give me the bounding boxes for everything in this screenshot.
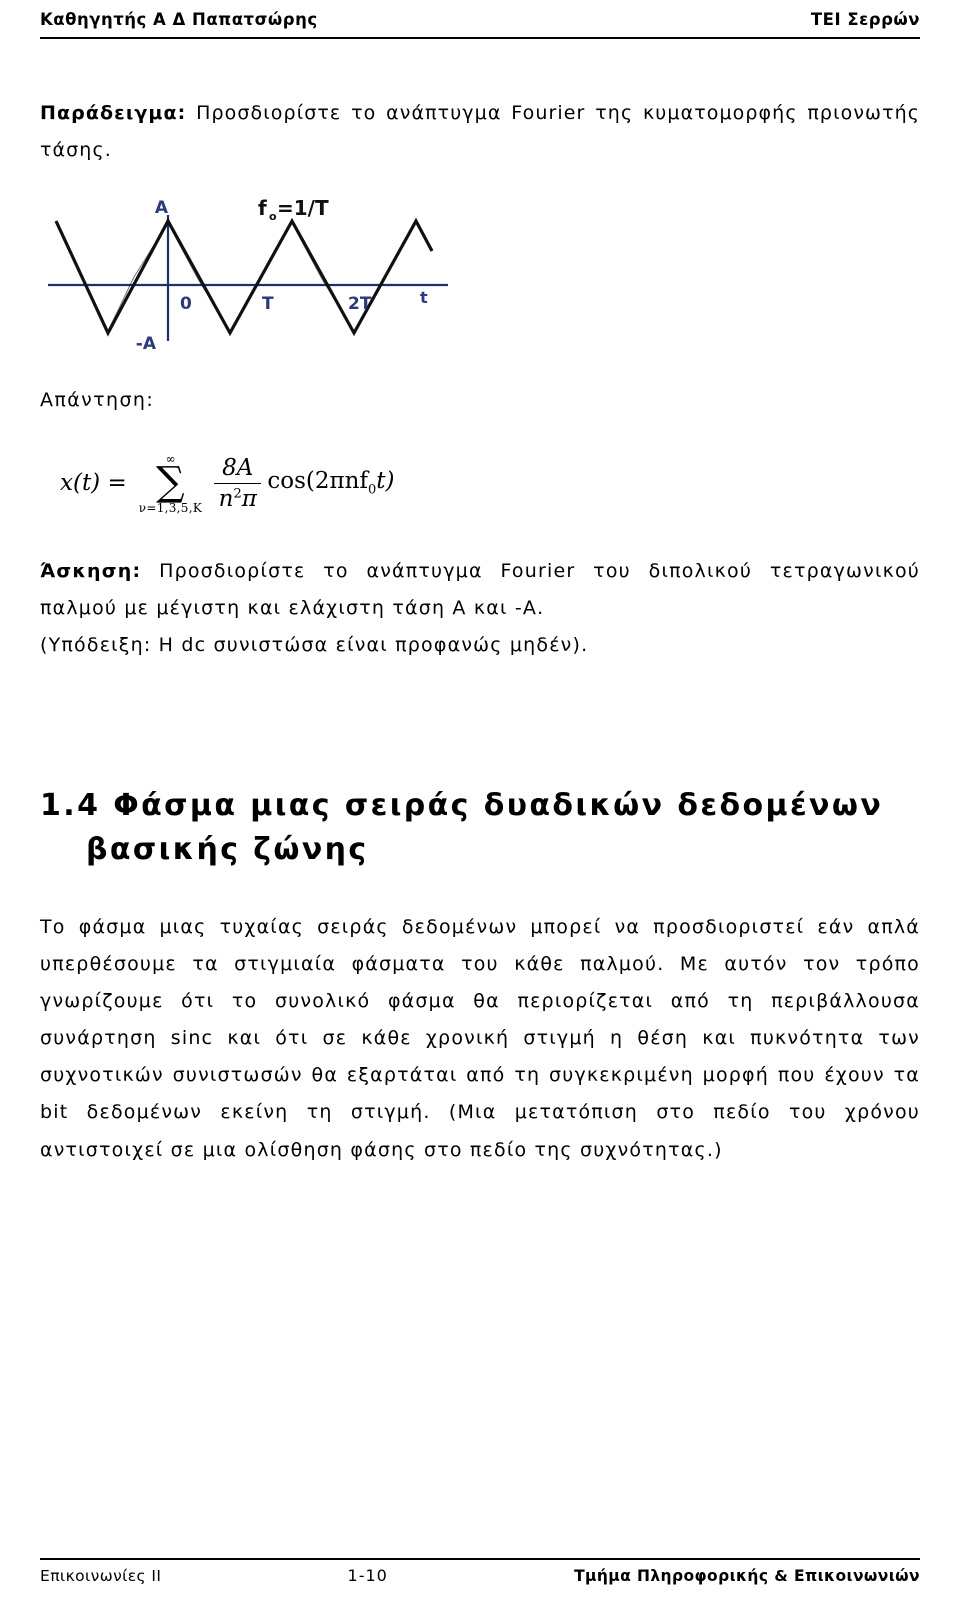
footer-course: Επικοινωνίες ΙΙ bbox=[40, 1567, 162, 1585]
cosine-subscript: 0 bbox=[367, 482, 377, 498]
svg-text:o: o bbox=[269, 210, 277, 223]
sawtooth-waveform-figure: A -A 0 T 2T t f o =1/T bbox=[48, 193, 468, 363]
example-label: Παράδειγμα: bbox=[40, 102, 187, 124]
page-footer: Επικοινωνίες ΙΙ 1-10 Τμήμα Πληροφορικής … bbox=[40, 1558, 920, 1585]
svg-text:f: f bbox=[258, 196, 267, 220]
figure-label-T: T bbox=[262, 294, 274, 314]
footer-department: Τμήμα Πληροφορικής & Επικοινωνιών bbox=[574, 1567, 920, 1585]
header-institution: ΤΕΙ Σερρών bbox=[810, 10, 920, 29]
denominator-exponent: 2 bbox=[233, 485, 242, 501]
example-paragraph: Παράδειγμα: Προσδιορίστε το ανάπτυγμα Fo… bbox=[40, 95, 920, 169]
figure-label-2T: 2T bbox=[348, 294, 372, 314]
fraction-denominator: n2π bbox=[218, 485, 257, 512]
figure-label-frequency: f o =1/T bbox=[258, 196, 329, 223]
figure-label-t: t bbox=[420, 288, 428, 307]
exercise-hint: (Υπόδειξη: Η dc συνιστώσα είναι προφανώς… bbox=[40, 634, 589, 657]
answer-label: Απάντηση: bbox=[40, 389, 155, 412]
figure-label-minus-A: -A bbox=[136, 334, 157, 354]
header-author: Καθηγητής Α Δ Παπατσώρης bbox=[40, 10, 318, 29]
svg-text:=1/T: =1/T bbox=[277, 196, 329, 220]
fraction-numerator: 8A bbox=[214, 455, 262, 484]
formula-cosine: cos(2πnf0t) bbox=[267, 468, 395, 498]
formula-fraction: 8A n2π bbox=[214, 455, 262, 512]
document-page: Καθηγητής Α Δ Παπατσώρης ΤΕΙ Σερρών Παρά… bbox=[0, 0, 960, 1603]
footer-divider bbox=[40, 1558, 920, 1560]
page-header: Καθηγητής Α Δ Παπατσώρης ΤΕΙ Σερρών bbox=[40, 0, 920, 29]
summation-symbol: ∞ ∑ ν=1,3,5,Κ bbox=[139, 453, 202, 514]
section-body-paragraph: Το φάσμα μιας τυχαίας σειράς δεδομένων μ… bbox=[40, 916, 920, 1161]
denominator-pi: π bbox=[241, 485, 257, 512]
figure-label-zero: 0 bbox=[180, 294, 192, 314]
exercise-label: Άσκηση: bbox=[40, 560, 142, 583]
sum-lower-limit: ν=1,3,5,Κ bbox=[138, 500, 203, 515]
section-title-line1: Φάσμα μιας σειράς δυαδικών δεδομένων bbox=[113, 788, 884, 824]
footer-page-number: 1-10 bbox=[347, 1566, 388, 1585]
exercise-text: Προσδιορίστε το ανάπτυγμα Fourier του δι… bbox=[40, 560, 920, 620]
sigma-glyph: ∑ bbox=[156, 458, 185, 505]
figure-label-A: A bbox=[155, 198, 169, 218]
section-number: 1.4 bbox=[40, 788, 101, 824]
section-title-line2: βασικής ζώνης bbox=[86, 831, 369, 867]
section-heading: 1.4 Φάσμα μιας σειράς δυαδικών δεδομένων… bbox=[40, 784, 920, 871]
exercise-paragraph: Άσκηση: Προσδιορίστε το ανάπτυγμα Fourie… bbox=[40, 553, 920, 627]
page-content: Παράδειγμα: Προσδιορίστε το ανάπτυγμα Fo… bbox=[40, 95, 920, 1169]
formula-lhs: x(t) = bbox=[60, 470, 127, 497]
fourier-formula: x(t) = ∞ ∑ ν=1,3,5,Κ 8A n2π cos(2πnf0t) bbox=[60, 437, 920, 529]
header-divider bbox=[40, 37, 920, 39]
